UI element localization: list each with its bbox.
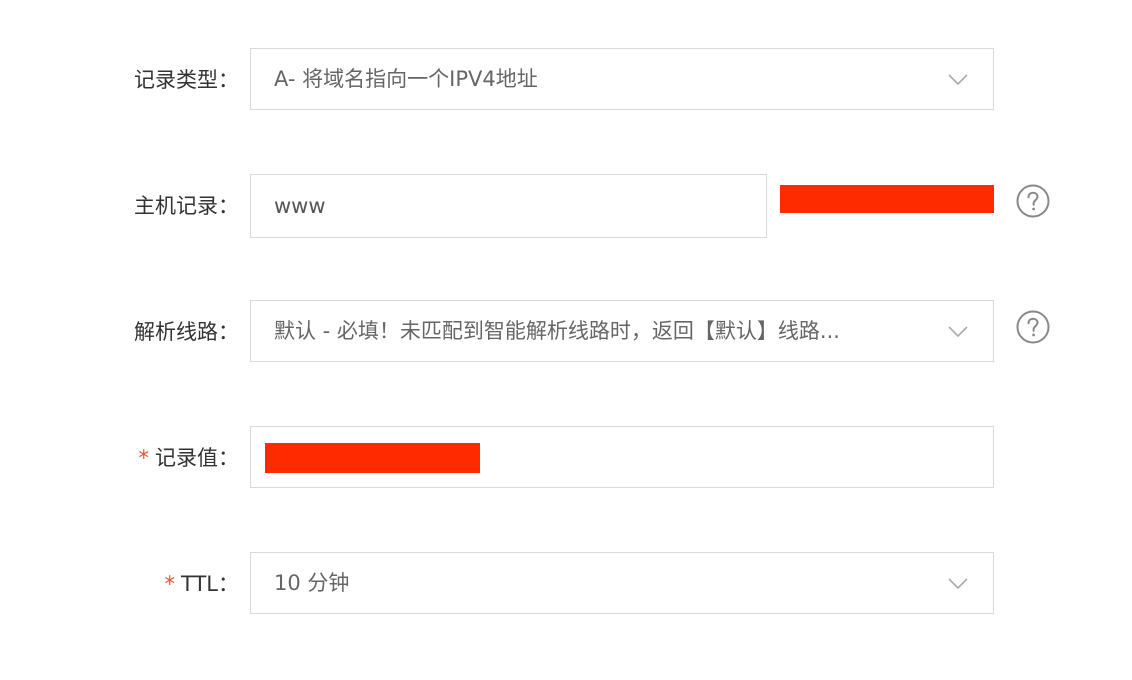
ttl-label-text: TTL： [181, 572, 239, 596]
ttl-label: * TTL： [165, 552, 240, 616]
help-circle-icon[interactable] [1016, 310, 1050, 344]
chevron-down-icon [948, 326, 968, 338]
required-mark: * [164, 572, 176, 596]
record-type-row: 记录类型： A- 将域名指向一个IPV4地址 [0, 48, 1132, 112]
record-value-redaction [265, 443, 480, 473]
host-record-input[interactable]: www [250, 174, 767, 238]
resolution-line-row: 解析线路： 默认 - 必填！未匹配到智能解析线路时，返回【默认】线路... [0, 300, 1132, 364]
required-mark: * [138, 446, 150, 470]
chevron-down-icon [948, 74, 968, 86]
help-circle-icon[interactable] [1016, 184, 1050, 218]
chevron-down-icon [948, 578, 968, 590]
ttl-select[interactable]: 10 分钟 [250, 552, 994, 614]
ttl-row: * TTL： 10 分钟 [0, 552, 1132, 616]
record-type-value: A- 将域名指向一个IPV4地址 [274, 67, 538, 91]
record-type-label: 记录类型： [134, 68, 239, 92]
record-value-label-text: 记录值： [155, 446, 239, 470]
host-record-row: 主机记录： www [0, 174, 1132, 238]
record-value-row: * 记录值： [0, 426, 1132, 490]
host-record-value: www [274, 194, 326, 218]
resolution-line-select[interactable]: 默认 - 必填！未匹配到智能解析线路时，返回【默认】线路... [250, 300, 994, 362]
domain-suffix-redaction [780, 185, 994, 213]
host-record-label: 主机记录： [134, 194, 239, 218]
resolution-line-value: 默认 - 必填！未匹配到智能解析线路时，返回【默认】线路... [274, 319, 840, 343]
record-value-input[interactable] [250, 426, 994, 488]
record-type-select[interactable]: A- 将域名指向一个IPV4地址 [250, 48, 994, 110]
ttl-value: 10 分钟 [274, 571, 350, 595]
record-value-label: * 记录值： [139, 426, 240, 490]
resolution-line-label: 解析线路： [134, 320, 239, 344]
